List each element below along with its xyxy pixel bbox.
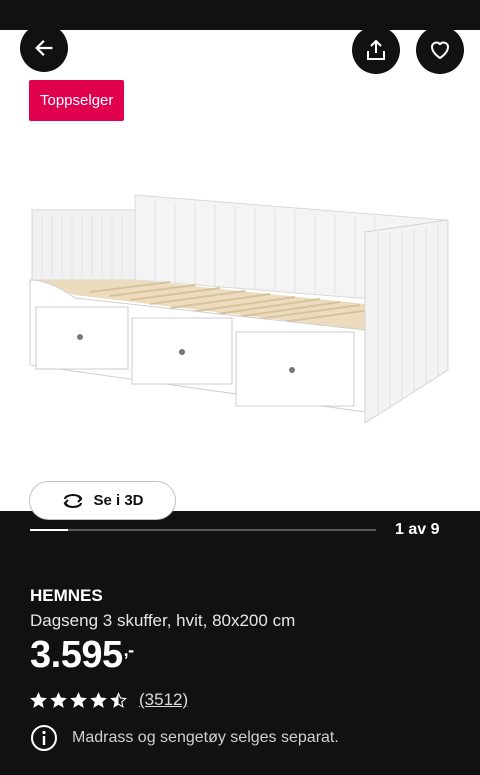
product-image: [29, 180, 449, 424]
favorite-button[interactable]: [416, 26, 464, 74]
review-count-link[interactable]: (3512): [139, 690, 188, 710]
product-price: 3.595,-: [30, 634, 134, 677]
star-half-icon: [110, 691, 127, 708]
rating-stars: [30, 691, 127, 709]
view-3d-label: Se i 3D: [93, 492, 144, 509]
star-full-icon: [70, 691, 87, 708]
info-text: Madrass og sengetøy selges separat.: [72, 729, 339, 746]
image-progress-fill: [30, 529, 69, 531]
price-value: 3.595: [30, 634, 123, 676]
product-description: Dagseng 3 skuffer, hvit, 80x200 cm: [30, 611, 296, 630]
share-button[interactable]: [352, 26, 400, 74]
star-full-icon: [50, 691, 67, 708]
info-note: Madrass og sengetøy selges separat.: [30, 724, 339, 752]
view-3d-button[interactable]: Se i 3D: [29, 481, 176, 520]
top-seller-badge: Toppselger: [29, 80, 125, 121]
price-suffix: ,-: [123, 640, 135, 660]
product-image-gallery[interactable]: Toppselger Se i 3D: [0, 24, 480, 520]
share-icon: [367, 39, 385, 60]
image-counter: 1 av 9: [395, 521, 440, 538]
image-progress-bar: [30, 529, 376, 531]
heart-icon: [431, 41, 449, 59]
star-full-icon: [90, 691, 107, 708]
top-bar: [0, 0, 480, 30]
arrow-left-icon: [35, 40, 53, 56]
info-icon: [31, 725, 57, 751]
product-rating[interactable]: (3512): [30, 690, 188, 710]
rotate-3d-icon: [64, 493, 83, 508]
product-name: HEMNES: [30, 586, 103, 605]
star-full-icon: [30, 691, 47, 708]
back-button[interactable]: [20, 24, 68, 72]
